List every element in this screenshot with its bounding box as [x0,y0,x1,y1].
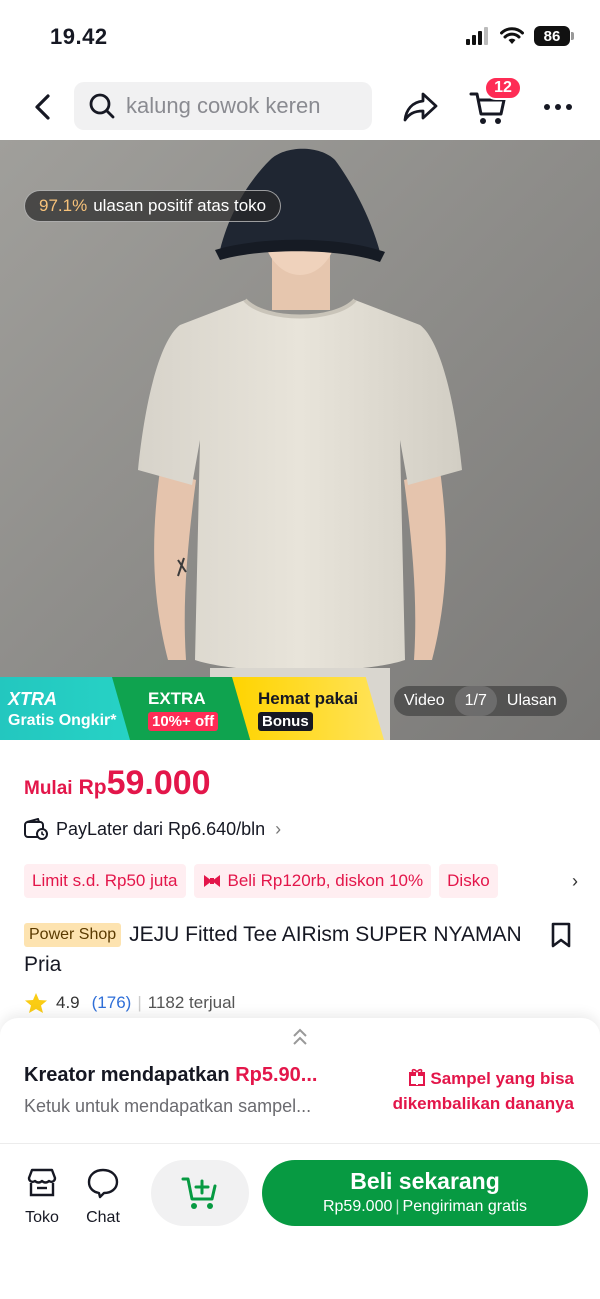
buy-now-price: Rp59.000 [322,1198,393,1215]
creator-label: Kreator mendapatkan [24,1064,230,1086]
add-to-cart-button[interactable] [151,1160,249,1226]
chip-more-discount[interactable]: Disko [439,864,498,898]
paylater-wallet-icon [24,818,48,840]
back-button[interactable] [26,90,60,124]
bookmark-icon [551,922,571,948]
tab-image-counter[interactable]: 1/7 [454,686,497,716]
more-options-button[interactable] [538,92,578,122]
promo-bonus: Hemat pakai Bonus [232,677,384,740]
buy-now-label: Beli sekarang [350,1168,500,1194]
chip-discount[interactable]: Beli Rp120rb, diskon 10% [193,864,432,898]
power-shop-badge: Power Shop [24,923,122,947]
search-input[interactable]: kalung cowok keren [74,82,372,130]
share-button[interactable] [402,88,440,126]
sold-count: 1182 terjual [147,993,236,1012]
review-count: (176) [91,993,132,1012]
chat-button[interactable]: Chat [78,1166,128,1227]
media-tabs: Video 1/7 Ulasan [394,686,567,716]
divider: | [137,993,142,1012]
dot-icon [566,104,572,110]
creator-amount: Rp5.90... [235,1064,318,1086]
bookmark-button[interactable] [548,922,574,948]
rating-row[interactable]: 4.9 (176) | 1182 terjual [24,992,235,1014]
chat-icon [87,1168,119,1199]
star-icon [25,993,47,1013]
top-nav: kalung cowok keren 12 [0,76,600,132]
shop-label: Toko [25,1209,59,1226]
chevron-right-icon: › [275,818,282,839]
price-prefix: Mulai [24,778,73,799]
divider: | [395,1198,400,1215]
tab-video[interactable]: Video [394,686,455,716]
share-icon [403,92,438,122]
gift-icon [409,1068,426,1086]
tab-reviews[interactable]: Ulasan [497,686,567,716]
cart-count-badge: 12 [484,76,522,100]
paylater-text: PayLater dari Rp6.640/bln [56,818,266,839]
signal-icon [466,27,488,45]
product-photo [0,140,600,740]
review-percentage: 97.1% [39,196,88,215]
shop-icon [27,1168,57,1197]
bow-icon [203,875,220,887]
paylater-row[interactable]: PayLater dari Rp6.640/bln › [24,818,281,840]
promo-banner[interactable]: XTRA Gratis Ongkir* EXTRA 10%+ off Hemat… [0,677,384,740]
offer-chips: Limit s.d. Rp50 juta Beli Rp120rb, disko… [24,864,600,900]
product-image-gallery[interactable]: 97.1% ulasan positif atas toko XTRA Grat… [0,140,600,740]
chip-label: Disko [447,871,490,890]
chips-scroll-button[interactable]: › [554,864,600,898]
chip-credit-limit[interactable]: Limit s.d. Rp50 juta [24,864,186,898]
promo-bonus-sub: Bonus [258,712,313,731]
action-bar: Toko Chat Beli sekarang Rp59.000 | Pengiri… [0,1144,600,1299]
chevron-left-icon [35,94,50,120]
creator-sheet[interactable]: Kreator mendapatkan Rp5.90... Ketuk untu… [0,1018,600,1143]
buy-now-sub: Rp59.000 | Pengiriman gratis [262,1198,588,1216]
chip-label: Limit s.d. Rp50 juta [32,871,178,890]
shop-button[interactable]: Toko [17,1166,67,1227]
promo-xtra-sub: Gratis Ongkir* [8,712,117,729]
status-time: 19.42 [50,24,108,49]
chevron-right-icon: › [572,870,578,891]
dot-icon [555,104,561,110]
creator-sub: Ketuk untuk mendapatkan sampel... [24,1096,312,1116]
price: Mulai Rp 59.000 [24,764,211,803]
search-icon [89,93,115,119]
review-label: ulasan positif atas toko [93,196,267,215]
price-value: 59.000 [106,764,211,802]
status-icons: 86 [466,26,574,46]
search-query: kalung cowok keren [126,93,321,118]
double-chevron-up-icon[interactable] [289,1026,311,1048]
dot-icon [544,104,550,110]
chip-label: Beli Rp120rb, diskon 10% [227,871,424,890]
battery-indicator: 86 [534,26,574,46]
add-cart-icon [181,1177,217,1209]
promo-bonus-title: Hemat pakai [258,689,359,708]
promo-extra-sub: 10%+ off [148,712,219,731]
status-bar: 19.42 86 [0,0,600,70]
shop-review-badge: 97.1% ulasan positif atas toko [24,190,282,222]
chat-label: Chat [86,1209,120,1226]
buy-now-button[interactable]: Beli sekarang Rp59.000 | Pengiriman gratis [262,1160,588,1226]
refundable-sample-link[interactable]: Sampel yang bisa dikembalikan dananya [364,1066,574,1116]
buy-now-shipping: Pengiriman gratis [402,1198,528,1215]
creator-earnings: Kreator mendapatkan Rp5.90... [24,1064,317,1087]
price-currency: Rp [78,776,107,799]
product-title-block: Power Shop JEJU Fitted Tee AIRism SUPER N… [24,920,524,980]
wifi-icon [500,27,524,44]
rating-score: 4.9 [56,993,80,1012]
